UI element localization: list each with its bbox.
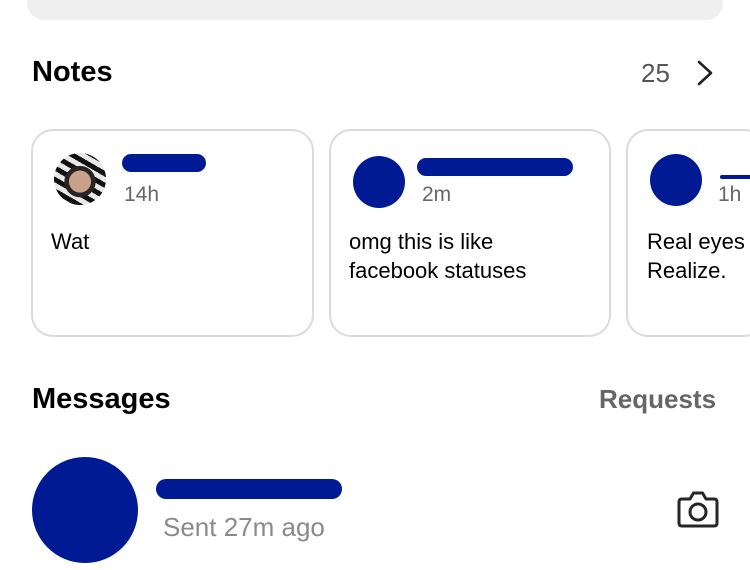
- note-card[interactable]: 14h Wat: [31, 129, 314, 337]
- notes-count[interactable]: 25: [641, 58, 670, 89]
- note-card[interactable]: 2m omg this is like facebook statuses: [329, 129, 611, 337]
- redacted-username: [156, 479, 342, 499]
- note-card[interactable]: 1h Real eyes Realize.: [626, 129, 750, 337]
- redacted-username: [417, 158, 573, 176]
- chevron-right-icon[interactable]: [694, 60, 716, 86]
- note-time: 1h: [718, 183, 742, 206]
- note-text: omg this is like facebook statuses: [349, 229, 527, 283]
- messages-title: Messages: [32, 383, 171, 415]
- avatar: [650, 154, 702, 206]
- avatar: [32, 457, 138, 563]
- note-time: 2m: [422, 183, 452, 206]
- note-text: Real eyes Realize.: [647, 229, 745, 283]
- avatar: [54, 153, 106, 205]
- requests-link[interactable]: Requests: [599, 384, 716, 415]
- redacted-username: [720, 175, 750, 179]
- note-time: 14h: [124, 183, 160, 206]
- search-bar[interactable]: [27, 0, 723, 20]
- avatar: [353, 156, 405, 208]
- note-text: Wat: [51, 229, 90, 254]
- camera-icon[interactable]: [676, 489, 720, 529]
- redacted-username: [122, 154, 206, 172]
- message-status: Sent 27m ago: [163, 512, 325, 542]
- notes-title: Notes: [32, 56, 113, 88]
